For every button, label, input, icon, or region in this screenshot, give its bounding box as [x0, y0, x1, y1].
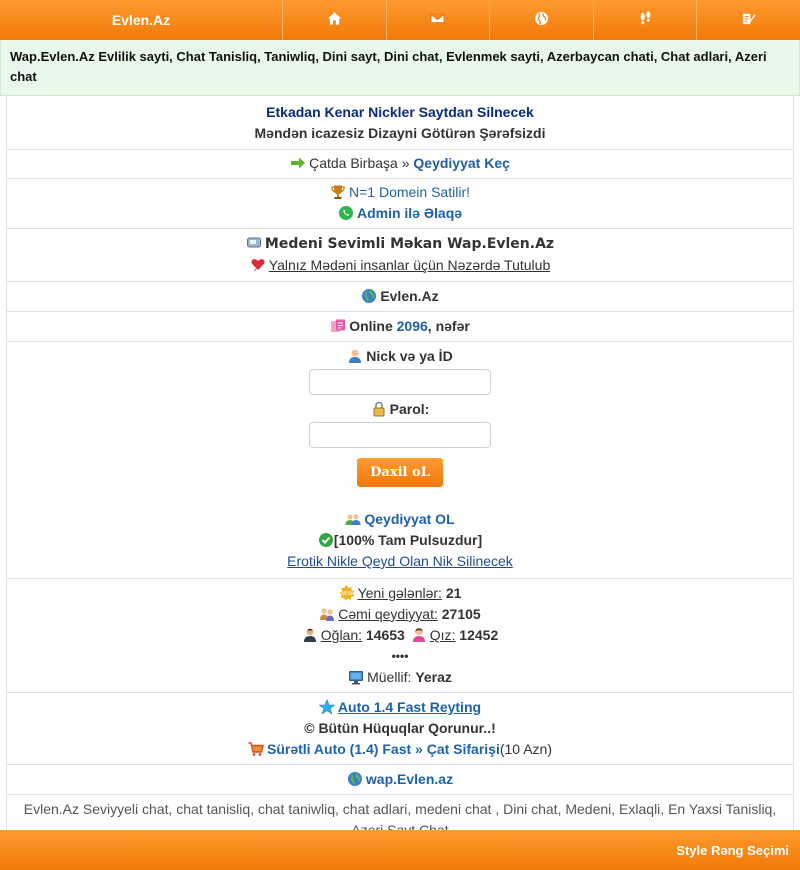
order-link[interactable]: Sürətli Auto (1.4) Fast » Çat Sifarişi — [267, 741, 500, 757]
password-input[interactable] — [309, 422, 491, 448]
total-registrations-link[interactable]: Cəmi qeydiyyat: — [338, 606, 438, 622]
online-suffix: , nəfər — [427, 318, 470, 334]
nav-footprints[interactable] — [592, 0, 697, 40]
motto-row: Medeni Sevimli Məkan Wap.Evlen.Az Yalnız… — [7, 229, 793, 282]
male-user-icon — [302, 627, 318, 643]
boys-count: 14653 — [365, 627, 405, 643]
users-group-icon — [345, 511, 361, 527]
lock-icon — [371, 401, 387, 417]
notice-line-1: Etkadan Kenar Nickler Saytdan Silnecek — [266, 104, 534, 120]
online-row: Online 2096, nəfər — [7, 312, 793, 342]
main-content: Etkadan Kenar Nickler Saytdan Silnecek M… — [6, 96, 794, 845]
globe-color-icon — [347, 771, 363, 787]
site-name-label: Evlen.Az — [380, 288, 439, 304]
nick-label: Nick və ya İD — [366, 348, 453, 364]
erotic-nick-warning-link[interactable]: Erotik Nikle Qeyd Olan Nik Silinecek — [287, 553, 513, 569]
dots-separator: •••• — [391, 649, 409, 663]
site-description: Wap.Evlen.Az Evlilik sayti, Chat Tanisli… — [0, 40, 800, 96]
motto-subtitle-link[interactable]: Yalnız Mədəni insanlar üçün Nəzərdə Tutu… — [269, 257, 550, 273]
notice-line-2: Məndən icazesiz Dizayni Götürən Şərəfsiz… — [254, 125, 546, 141]
female-user-icon — [411, 627, 427, 643]
style-color-selection-link[interactable]: Style Rəng Seçimi — [676, 843, 789, 858]
copyright-text: © Bütün Hüquqlar Qorunur..! — [304, 720, 496, 736]
cart-icon — [248, 741, 264, 757]
top-navbar: Evlen.Az — [0, 0, 800, 40]
new-badge-icon: NEW — [339, 585, 355, 601]
home-icon — [327, 11, 342, 29]
nav-edit[interactable] — [696, 0, 800, 40]
author-label: Müellif: — [367, 669, 412, 685]
order-price: (10 Azn) — [499, 741, 552, 757]
globe-icon — [534, 11, 549, 29]
whatsapp-icon — [338, 205, 354, 221]
girls-count: 12452 — [459, 627, 499, 643]
user-icon — [347, 348, 363, 364]
login-form: Nick və ya İD Parol: Daxil oL Qeydiyyat … — [7, 342, 793, 579]
domain-sale-link[interactable]: N=1 Domein Satilir! — [349, 184, 470, 200]
girls-link[interactable]: Qız: — [430, 627, 456, 643]
rating-link[interactable]: Auto 1.4 Fast Reyting — [338, 699, 481, 715]
register-link[interactable]: Qeydiyyat OL — [364, 511, 454, 527]
login-button[interactable]: Daxil oL — [357, 458, 443, 487]
check-circle-icon — [318, 532, 334, 548]
footprints-icon — [638, 11, 653, 29]
site-name-row: Evlen.Az — [7, 282, 793, 312]
monitor-icon — [348, 669, 364, 685]
wap-link-row: wap.Evlen.az — [7, 765, 793, 795]
couple-icon — [319, 606, 335, 622]
online-count[interactable]: 2096 — [397, 318, 428, 334]
chat-bubble-icon — [246, 235, 262, 251]
arrow-right-icon — [290, 155, 306, 171]
motto-title: Medeni Sevimli Məkan Wap.Evlen.Az — [264, 236, 555, 252]
quick-register-link[interactable]: Qeydiyyat Keç — [413, 155, 510, 171]
wap-link[interactable]: wap.Evlen.az — [366, 771, 453, 787]
boys-link[interactable]: Oğlan: — [321, 627, 362, 643]
star-icon — [318, 698, 336, 715]
online-label: Online — [349, 318, 393, 334]
domain-sale-row: N=1 Domein Satilir! Admin ilə Əlaqə — [7, 179, 793, 229]
new-members-link[interactable]: Yeni gələnlər: — [358, 585, 442, 601]
nav-home[interactable] — [282, 0, 386, 40]
free-text: [100% Tam Pulsuzdur] — [333, 532, 483, 548]
password-label: Parol: — [389, 401, 430, 417]
promo-block: Auto 1.4 Fast Reyting © Bütün Hüquqlar Q… — [7, 693, 793, 765]
footer-bar: Style Rəng Seçimi — [0, 830, 800, 870]
quick-register-row: Çatda Birbaşa » Qeydiyyat Keç — [7, 150, 793, 179]
nick-input[interactable] — [309, 369, 491, 395]
stats-block: NEW Yeni gələnlər: 21 Cəmi qeydiyyat: 271… — [7, 579, 793, 693]
notice-block: Etkadan Kenar Nickler Saytdan Silnecek M… — [7, 96, 793, 150]
quick-register-prefix: Çatda Birbaşa » — [309, 155, 410, 171]
heart-balloon-icon — [250, 257, 266, 273]
online-users-icon — [330, 318, 346, 334]
mail-icon — [430, 11, 446, 29]
nav-mail[interactable] — [385, 0, 490, 40]
brand-link[interactable]: Evlen.Az — [0, 0, 282, 40]
new-members-count: 21 — [445, 585, 462, 601]
total-registrations-count: 27105 — [441, 606, 481, 622]
trophy-icon — [330, 184, 346, 200]
author-name: Yeraz — [415, 669, 452, 685]
nav-globe[interactable] — [489, 0, 593, 40]
svg-text:NEW: NEW — [341, 591, 353, 597]
globe-color-icon — [361, 288, 377, 304]
edit-icon — [741, 11, 756, 29]
admin-contact-link[interactable]: Admin ilə Əlaqə — [357, 205, 462, 221]
